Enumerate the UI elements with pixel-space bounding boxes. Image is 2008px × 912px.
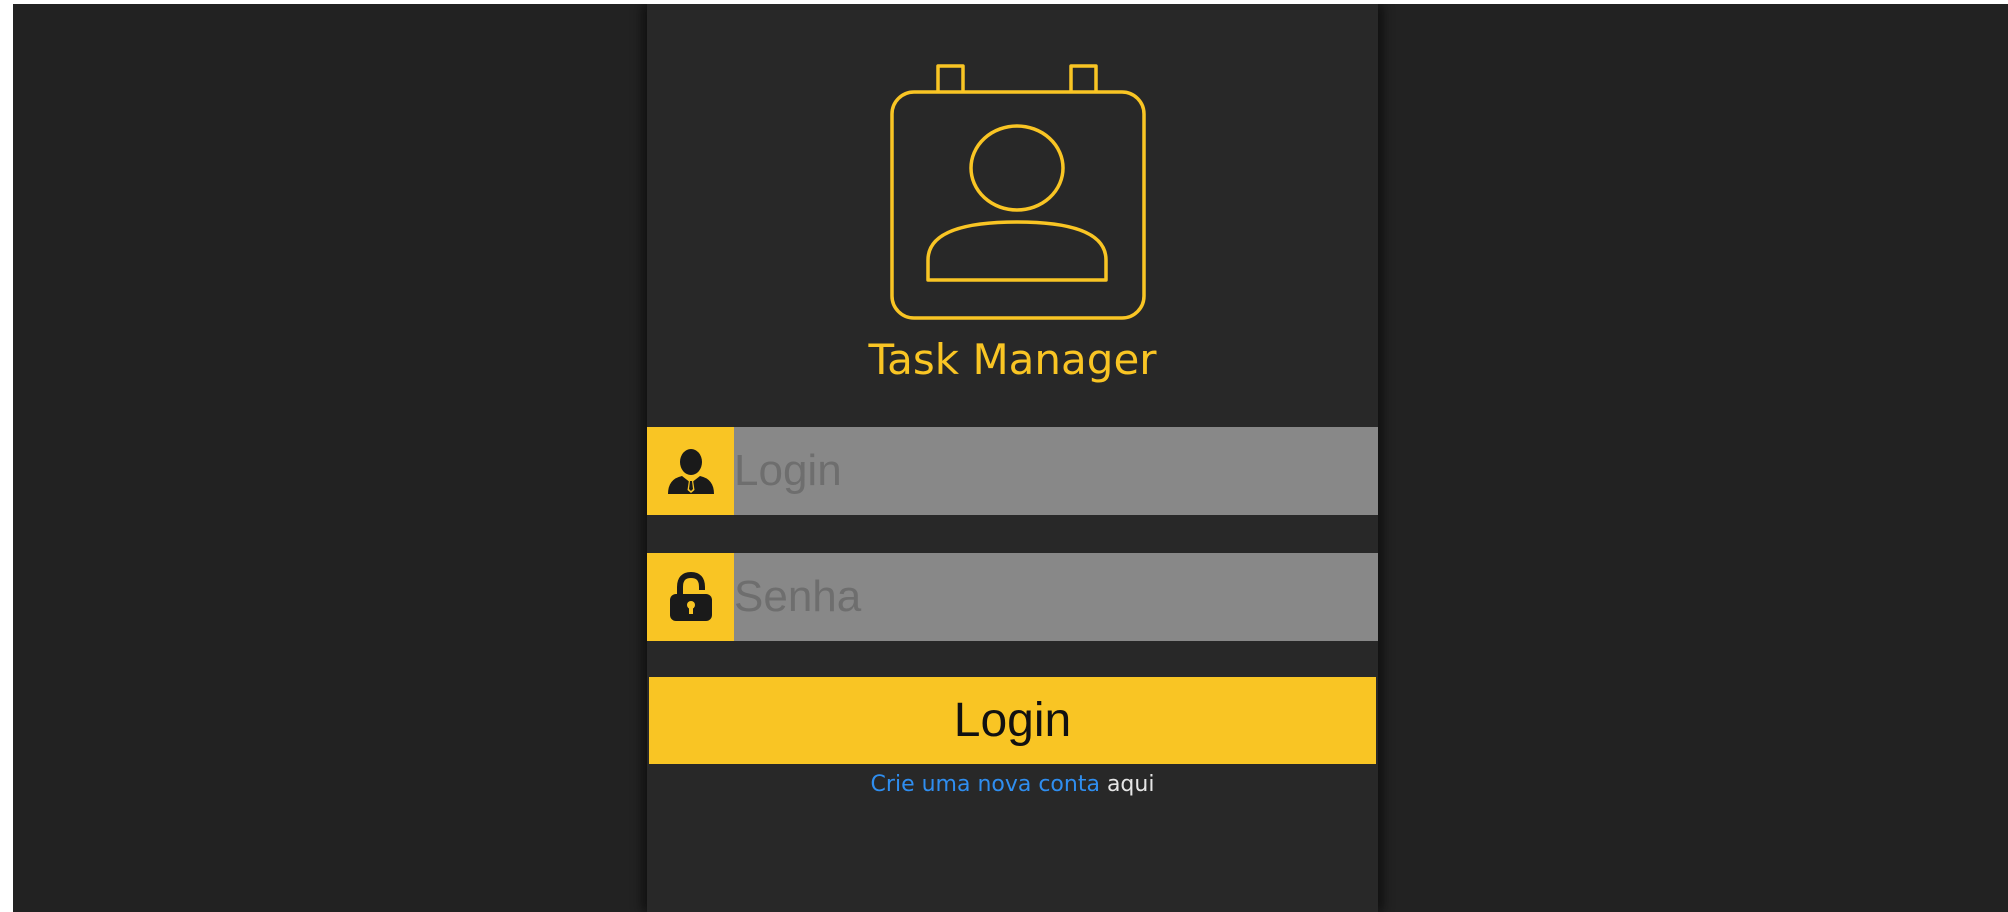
password-input[interactable] [734, 553, 1378, 641]
lock-icon-box [647, 553, 734, 641]
page-background: Task Manager Login Login Crie uma nova c… [13, 4, 2008, 912]
login-field [647, 427, 1378, 515]
password-field [647, 553, 1378, 641]
signup-line: Crie uma nova conta aqui [647, 770, 1378, 800]
lock-icon [670, 572, 712, 621]
login-panel: Task Manager Login Login Crie uma nova c… [647, 4, 1378, 912]
user-icon [668, 449, 714, 494]
login-input[interactable] [734, 427, 1378, 515]
create-account-link[interactable]: Crie uma nova conta [871, 772, 1100, 797]
app-title: Task Manager [868, 335, 1157, 384]
login-button[interactable]: Login [649, 677, 1376, 764]
user-icon-box [647, 427, 734, 515]
signup-suffix: aqui [1099, 772, 1155, 797]
calendar-contact-icon [890, 64, 1146, 320]
